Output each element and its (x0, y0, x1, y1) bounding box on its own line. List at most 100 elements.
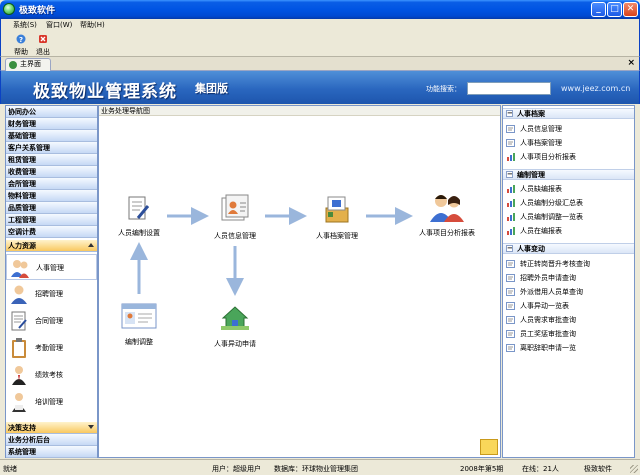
nav-category[interactable]: 物料管理 (6, 190, 97, 202)
chart-icon (507, 213, 515, 221)
section-item[interactable]: 转正转岗晋升考核查询 (506, 259, 590, 269)
nav-category[interactable]: 协同办公 (6, 106, 97, 118)
collapse-icon[interactable]: − (506, 171, 513, 178)
help-button[interactable]: ? 帮助 (10, 33, 32, 56)
tab-main[interactable]: 主界面 (5, 58, 51, 71)
nav-sub-item[interactable]: 合同管理 (6, 308, 97, 334)
people-group-icon[interactable] (429, 192, 465, 222)
title-bar[interactable]: 极致软件 _ □ ✕ (0, 0, 640, 19)
nav-category[interactable]: 品质管理 (6, 202, 97, 214)
nav-category[interactable]: 空调计费 (6, 226, 97, 238)
section-item[interactable]: 离职辞职申请一览 (506, 343, 576, 353)
nav-category[interactable]: 租赁管理 (6, 154, 97, 166)
maximize-button[interactable]: □ (607, 2, 622, 17)
menu-window[interactable]: 窗口(W) (46, 20, 72, 30)
section-item[interactable]: 人员信息管理 (506, 124, 562, 134)
nav-category[interactable]: 系统管理 (6, 446, 97, 458)
section-item-label: 转正转岗晋升考核查询 (520, 260, 590, 268)
nav-sub-item[interactable]: 招聘管理 (6, 281, 97, 307)
tab-strip: 主界面 × (0, 57, 640, 71)
collapse-arrow-icon (88, 243, 94, 247)
collapse-icon[interactable]: − (506, 110, 513, 117)
person-icon (12, 366, 26, 385)
right-panel: − 人事档案 人员信息管理 人事档案管理 人事项目分析报表 − 编制管理 人员缺… (502, 105, 635, 458)
id-card-icon[interactable] (219, 194, 249, 224)
nav-sub-label: 人事管理 (36, 264, 64, 272)
resize-grip[interactable] (630, 465, 638, 473)
flow-label-personnel-archive[interactable]: 人事档案管理 (316, 231, 358, 241)
nav-sub-item[interactable]: 人事管理 (6, 254, 97, 280)
flow-label-staff-setup[interactable]: 人员编制设置 (118, 228, 160, 238)
section-item-label: 人员在编报表 (520, 227, 562, 235)
close-tab-icon[interactable]: × (627, 58, 635, 69)
section-item[interactable]: 招聘外员申请查询 (506, 273, 576, 283)
section-title: 人事档案 (517, 110, 545, 118)
report-icon (506, 316, 515, 324)
section-item[interactable]: 人员编制调整一览表 (506, 212, 583, 222)
staff-card-icon[interactable] (121, 302, 157, 330)
nav-category[interactable]: 决策支持 (6, 422, 97, 434)
search-input[interactable] (467, 82, 551, 95)
archive-icon[interactable] (323, 194, 351, 224)
nav-sub-item[interactable]: 考勤管理 (6, 335, 97, 361)
nav-sub-item[interactable]: 培训管理 (6, 389, 97, 415)
expand-arrow-icon (88, 425, 94, 429)
flow-label-analysis-report[interactable]: 人事项目分析报表 (419, 228, 475, 238)
nav-category[interactable]: 财务管理 (6, 118, 97, 130)
help-icon: ? (16, 34, 26, 44)
menu-help[interactable]: 帮助(H) (80, 20, 105, 30)
status-vendor: 极致软件 (584, 465, 612, 473)
flow-label-staff-adjust[interactable]: 编制调整 (125, 337, 153, 347)
nav-category[interactable]: 客户关系管理 (6, 142, 97, 154)
nav-category[interactable]: 会所管理 (6, 178, 97, 190)
section-item[interactable]: 外派借用人员单查询 (506, 287, 583, 297)
exit-button[interactable]: 退出 (32, 33, 54, 56)
clipboard-icon (12, 338, 26, 358)
menu-bar: 系统(S) 窗口(W) 帮助(H) (0, 19, 640, 32)
section-item[interactable]: 人事项目分析报表 (506, 152, 576, 162)
section-item[interactable]: 人事异动一览表 (506, 301, 569, 311)
chart-icon (507, 153, 515, 161)
section-item[interactable]: 人事档案管理 (506, 138, 562, 148)
left-nav: 协同办公 财务管理 基础管理 客户关系管理 租赁管理 收费管理 会所管理 物料管… (5, 105, 98, 458)
tab-main-label: 主界面 (20, 60, 41, 68)
status-user: 用户：超级用户 (212, 465, 261, 473)
section-header[interactable]: − 编制管理 (503, 169, 634, 180)
nav-category[interactable]: 业务分析后台 (6, 434, 97, 446)
nav-category[interactable]: 收费管理 (6, 166, 97, 178)
section-item[interactable]: 人员需求审批查询 (506, 315, 576, 325)
nav-sub-label: 绩效考核 (35, 371, 63, 379)
section-item[interactable]: 员工奖惩审批查询 (506, 329, 576, 339)
banner: 极致物业管理系统 集团版 功能搜索： www.jeez.com.cn (0, 71, 640, 104)
section-header[interactable]: − 人事变动 (503, 243, 634, 254)
nav-category[interactable]: 工程管理 (6, 214, 97, 226)
flow-label-staff-info[interactable]: 人员信息管理 (214, 231, 256, 241)
report-icon (506, 288, 515, 296)
section-header[interactable]: − 人事档案 (503, 108, 634, 119)
nav-sub-item[interactable]: 绩效考核 (6, 362, 97, 388)
mail-icon[interactable] (480, 439, 498, 455)
nav-category[interactable]: 基础管理 (6, 130, 97, 142)
report-icon (506, 302, 515, 310)
banner-title: 极致物业管理系统 (33, 82, 177, 102)
report-icon (506, 260, 515, 268)
exit-label: 退出 (36, 48, 50, 56)
house-icon[interactable] (219, 304, 251, 332)
collapse-icon[interactable]: − (506, 245, 513, 252)
minimize-button[interactable]: _ (591, 2, 606, 17)
flow-label-personnel-change[interactable]: 人事异动申请 (214, 339, 256, 349)
nav-category-active[interactable]: 人力资源 (6, 240, 97, 252)
section-item-label: 人事异动一览表 (520, 302, 569, 310)
section-item[interactable]: 人员在编报表 (506, 226, 562, 236)
section-item[interactable]: 人员编制分级汇总表 (506, 198, 583, 208)
close-button[interactable]: ✕ (623, 2, 638, 17)
section-item[interactable]: 人员缺编报表 (506, 184, 562, 194)
chart-icon (507, 199, 515, 207)
banner-url: www.jeez.com.cn (561, 84, 631, 93)
document-pen-icon[interactable] (127, 196, 149, 222)
menu-system[interactable]: 系统(S) (13, 20, 37, 30)
section-item-label: 人员编制调整一览表 (520, 213, 583, 221)
section-item-label: 人事档案管理 (520, 139, 562, 147)
status-bar: 就绪 用户：超级用户 数据库：环球物业管理集团 2008年第5期 在线：21人 … (0, 459, 640, 475)
report-icon (506, 125, 515, 133)
